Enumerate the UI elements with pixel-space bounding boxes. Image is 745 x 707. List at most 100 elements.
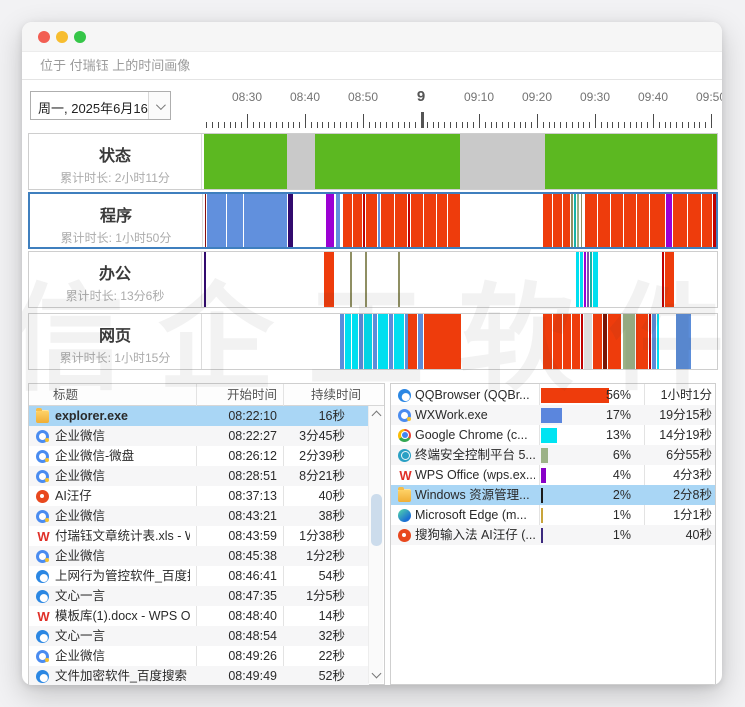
activity-segment[interactable] [713,194,716,247]
activity-segment[interactable] [424,194,436,247]
activity-segment[interactable] [204,252,206,307]
activity-segment[interactable] [460,134,545,189]
activity-segment[interactable] [572,314,580,369]
table-row[interactable]: 企业微信-微盘08:26:122分39秒 [29,446,369,466]
activity-segment[interactable] [623,314,635,369]
summary-row[interactable]: Windows 资源管理...2%2分8秒 [391,485,715,505]
table-row[interactable]: 上网行为管控软件_百度搜索08:46:4154秒 [29,566,369,586]
activity-segment[interactable] [343,194,352,247]
activity-segment[interactable] [340,314,344,369]
activity-segment[interactable] [411,194,423,247]
table-scrollbar[interactable] [368,406,383,683]
activity-segment[interactable] [662,252,664,307]
activity-segment[interactable] [395,194,407,247]
activity-segment[interactable] [363,194,365,247]
track-row-programs[interactable]: 程序累计时长: 1小时50分 [28,192,718,249]
activity-segment[interactable] [352,314,358,369]
activity-segment[interactable] [418,314,423,369]
activity-segment[interactable] [326,194,334,247]
activity-segment[interactable] [378,194,380,247]
column-header-duration[interactable]: 持续时间 [311,384,361,406]
activity-segment[interactable] [394,314,404,369]
activity-segment[interactable] [353,194,362,247]
activity-segment[interactable] [227,194,243,247]
activity-segment[interactable] [608,314,621,369]
activity-segment[interactable] [665,252,674,307]
table-row[interactable]: W模板库(1).docx - WPS Of...08:48:4014秒 [29,606,369,626]
activity-segment[interactable] [577,194,579,247]
activity-segment[interactable] [650,194,665,247]
table-row[interactable]: 企业微信08:28:518分21秒 [29,466,369,486]
summary-row[interactable]: WWPS Office (wps.ex...4%4分3秒 [391,465,715,485]
activity-segment[interactable] [581,194,582,247]
chevron-down-icon[interactable] [148,92,170,119]
activity-segment[interactable] [596,252,598,307]
track-row-office[interactable]: 办公累计时长: 13分6秒 [28,251,718,308]
table-row[interactable]: 企业微信08:22:273分45秒 [29,426,369,446]
activity-segment[interactable] [563,194,570,247]
summary-row[interactable]: 搜狗输入法 AI汪仔 (...1%40秒 [391,525,715,545]
activity-segment[interactable] [571,194,573,247]
activity-segment[interactable] [585,194,597,247]
activity-segment[interactable] [649,314,651,369]
table-row[interactable]: explorer.exe08:22:1016秒 [29,406,369,426]
table-row[interactable]: 文心一言08:48:5432秒 [29,626,369,646]
activity-segment[interactable] [624,194,636,247]
table-row[interactable]: 企业微信08:45:381分2秒 [29,546,369,566]
activity-segment[interactable] [590,252,592,307]
activity-segment[interactable] [398,252,400,307]
activity-segment[interactable] [336,194,340,247]
activity-segment[interactable] [373,314,377,369]
activity-segment[interactable] [553,314,562,369]
activity-segment[interactable] [702,194,712,247]
table-row[interactable]: 企业微信08:43:2138秒 [29,506,369,526]
activity-segment[interactable] [676,314,691,369]
activity-segment[interactable] [365,252,367,307]
activity-segment[interactable] [543,314,552,369]
activity-segment[interactable] [350,252,352,307]
activity-segment[interactable] [207,194,226,247]
activity-segment[interactable] [448,194,460,247]
activity-segment[interactable] [359,314,363,369]
activity-segment[interactable] [408,314,417,369]
activity-segment[interactable] [408,194,410,247]
activity-segment[interactable] [366,194,377,247]
activity-segment[interactable] [584,314,592,369]
scroll-up-icon[interactable] [372,411,382,421]
maximize-window-button[interactable] [74,31,86,43]
activity-segment[interactable] [688,194,701,247]
activity-segment[interactable] [424,314,461,369]
activity-segment[interactable] [652,314,656,369]
summary-row[interactable]: Microsoft Edge (m...1%1分1秒 [391,505,715,525]
activity-segment[interactable] [666,194,672,247]
activity-segment[interactable] [315,134,460,189]
activity-segment[interactable] [574,194,576,247]
summary-row[interactable]: 终端安全控制平台 5....6%6分55秒 [391,445,715,465]
activity-segment[interactable] [378,314,388,369]
track-row-web[interactable]: 网页累计时长: 1小时15分 [28,313,718,370]
date-picker[interactable]: 周一, 2025年6月16日 [30,91,171,120]
activity-segment[interactable] [288,194,293,247]
activity-segment[interactable] [324,252,334,307]
activity-segment[interactable] [205,194,206,247]
activity-segment[interactable] [364,314,372,369]
activity-segment[interactable] [657,314,659,369]
table-row[interactable]: AI汪仔08:37:1340秒 [29,486,369,506]
activity-segment[interactable] [287,134,315,189]
activity-segment[interactable] [563,314,571,369]
activity-segment[interactable] [576,252,579,307]
table-row[interactable]: W付瑞钰文章统计表.xls - W...08:43:591分38秒 [29,526,369,546]
close-window-button[interactable] [38,31,50,43]
scrollbar-thumb[interactable] [371,494,382,546]
minimize-window-button[interactable] [56,31,68,43]
activity-segment[interactable] [389,314,393,369]
activity-segment[interactable] [553,194,562,247]
activity-segment[interactable] [611,194,623,247]
activity-segment[interactable] [584,252,586,307]
activity-segment[interactable] [437,194,447,247]
table-row[interactable]: 文件加密软件_百度搜索08:49:4952秒 [29,666,369,685]
column-header-title[interactable]: 标题 [53,384,78,406]
activity-segment[interactable] [581,314,583,369]
activity-segment[interactable] [545,134,717,189]
activity-segment[interactable] [543,194,552,247]
